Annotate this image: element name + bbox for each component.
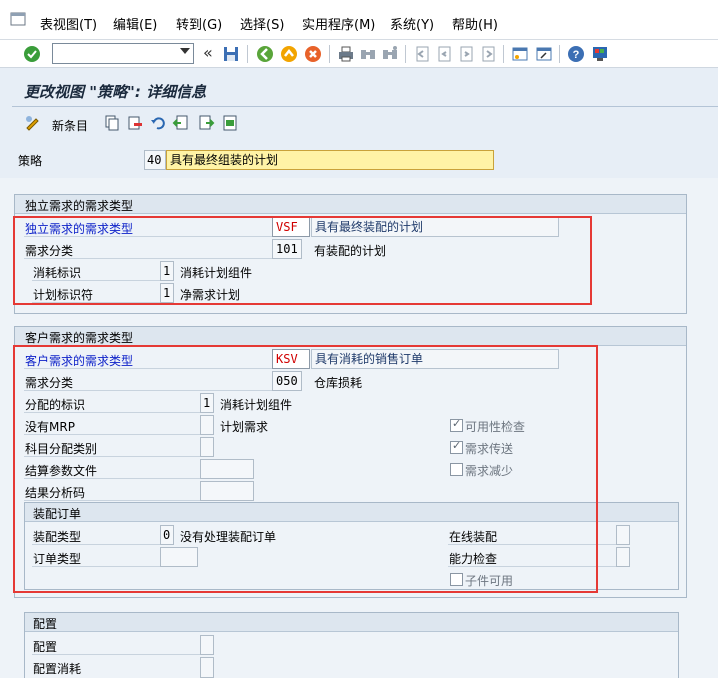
menu-help[interactable]: 帮助(H) bbox=[452, 14, 498, 33]
toolbar-separator bbox=[247, 45, 248, 63]
next-entry-icon[interactable] bbox=[197, 114, 215, 132]
new-entries-button[interactable]: 新条目 bbox=[52, 117, 88, 134]
toolbar-separator bbox=[559, 45, 560, 63]
save-icon[interactable] bbox=[221, 44, 241, 64]
display-change-icon[interactable] bbox=[24, 114, 42, 132]
cancel-icon[interactable] bbox=[303, 44, 323, 64]
row-divider bbox=[32, 654, 200, 655]
variant-list-icon[interactable] bbox=[221, 114, 239, 132]
undo-change-icon[interactable] bbox=[149, 114, 167, 132]
toolbar-separator bbox=[329, 45, 330, 63]
back-icon[interactable] bbox=[255, 44, 275, 64]
group-title: 配置 bbox=[33, 617, 58, 631]
highlight-box bbox=[13, 345, 598, 593]
previous-entry-icon[interactable] bbox=[172, 114, 190, 132]
chevron-down-icon[interactable] bbox=[180, 48, 190, 54]
config-group: 配置 bbox=[24, 612, 679, 678]
config-field[interactable] bbox=[200, 635, 214, 655]
capacity-check-field[interactable] bbox=[616, 547, 630, 567]
customize-layout-icon[interactable] bbox=[590, 44, 610, 64]
find-next-icon[interactable] bbox=[380, 44, 400, 64]
history-arrow-icon[interactable]: « bbox=[203, 43, 213, 62]
menu-goto[interactable]: 转到(G) bbox=[176, 14, 222, 33]
enter-icon[interactable] bbox=[22, 44, 42, 64]
exit-icon[interactable] bbox=[279, 44, 299, 64]
group-header: 独立需求的需求类型 bbox=[15, 195, 686, 214]
highlight-box bbox=[13, 216, 592, 305]
delete-icon[interactable] bbox=[126, 114, 144, 132]
toolbar-separator bbox=[503, 45, 504, 63]
create-session-icon[interactable] bbox=[510, 44, 530, 64]
strategy-code-field[interactable]: 40 bbox=[144, 150, 166, 170]
standard-toolbar: « ? bbox=[0, 40, 718, 68]
config-consumption-label: 配置消耗 bbox=[33, 662, 82, 676]
last-page-icon[interactable] bbox=[478, 44, 498, 64]
menu-table-view[interactable]: 表视图(T) bbox=[40, 14, 97, 33]
menu-selection[interactable]: 选择(S) bbox=[240, 14, 284, 33]
previous-page-icon[interactable] bbox=[434, 44, 454, 64]
menu-edit[interactable]: 编辑(E) bbox=[113, 14, 157, 33]
help-icon[interactable]: ? bbox=[566, 44, 586, 64]
strategy-text-field[interactable]: 具有最终组装的计划 bbox=[166, 150, 494, 170]
title-divider bbox=[12, 106, 718, 107]
find-icon[interactable] bbox=[358, 44, 378, 64]
shortcut-icon[interactable] bbox=[534, 44, 554, 64]
next-page-icon[interactable] bbox=[456, 44, 476, 64]
sap-window-icon[interactable] bbox=[8, 8, 30, 30]
svg-text:?: ? bbox=[573, 49, 580, 61]
config-label: 配置 bbox=[33, 640, 58, 654]
group-title: 独立需求的需求类型 bbox=[25, 199, 134, 213]
online-assembly-field[interactable] bbox=[616, 525, 630, 545]
menu-system[interactable]: 系统(Y) bbox=[390, 14, 434, 33]
group-header: 配置 bbox=[25, 613, 678, 632]
command-field[interactable] bbox=[52, 43, 194, 64]
config-consumption-field[interactable] bbox=[200, 657, 214, 678]
page-title: 更改视图 "策略": 详细信息 bbox=[24, 83, 207, 101]
group-header: 客户需求的需求类型 bbox=[15, 327, 686, 346]
menu-utilities[interactable]: 实用程序(M) bbox=[302, 14, 375, 33]
print-icon[interactable] bbox=[336, 44, 356, 64]
toolbar-separator bbox=[405, 45, 406, 63]
first-page-icon[interactable] bbox=[412, 44, 432, 64]
menu-bar: 表视图(T) 编辑(E) 转到(G) 选择(S) 实用程序(M) 系统(Y) 帮… bbox=[0, 0, 718, 40]
copy-as-icon[interactable] bbox=[103, 114, 121, 132]
group-title: 客户需求的需求类型 bbox=[25, 331, 134, 345]
strategy-label: 策略 bbox=[18, 154, 43, 168]
